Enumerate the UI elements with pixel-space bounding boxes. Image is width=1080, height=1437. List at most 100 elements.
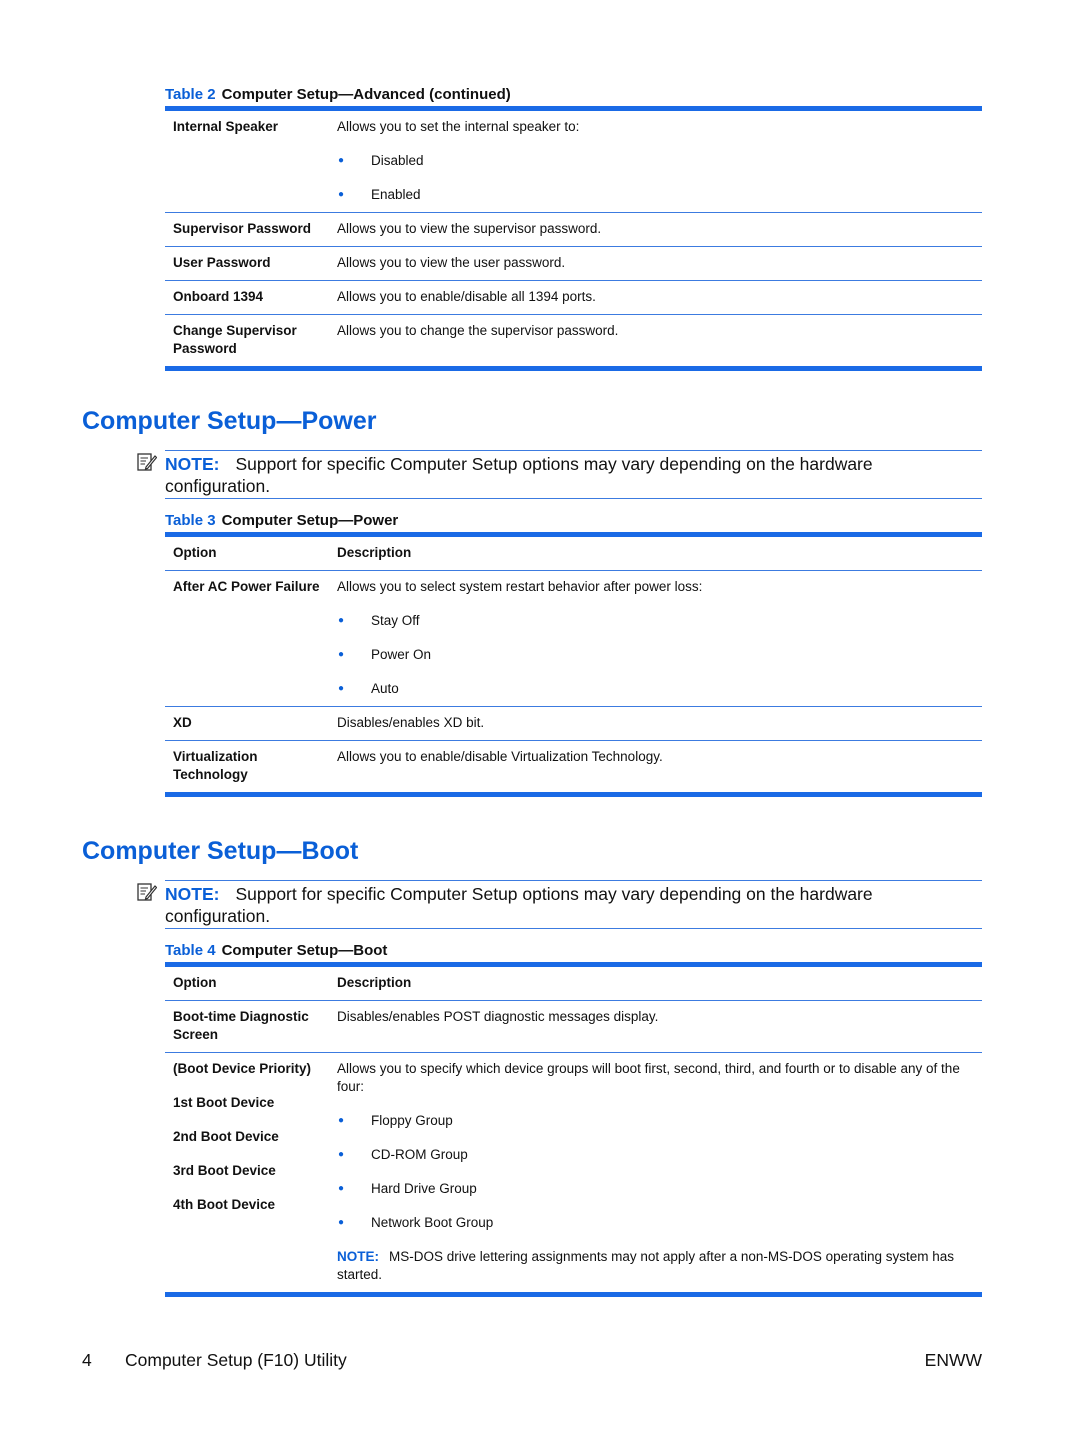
- header-description: Description: [337, 545, 412, 560]
- table4-number: Table 4: [165, 942, 216, 959]
- bullet-icon: ●: [338, 1217, 345, 1228]
- option-line: Change Supervisor: [173, 323, 297, 338]
- table4: Option Description Boot-time Diagnostic …: [165, 962, 982, 1297]
- boot-heading: Computer Setup—Boot: [82, 837, 359, 865]
- bullet-item: ● CD-ROM Group: [337, 1146, 974, 1164]
- bullet-text: Floppy Group: [371, 1113, 453, 1128]
- description-cell: Allows you to set the internal speaker t…: [337, 111, 982, 212]
- description-cell: Allows you to view the supervisor passwo…: [337, 221, 602, 236]
- table-row: Onboard 1394 Allows you to enable/disabl…: [165, 280, 982, 314]
- note-label: NOTE:: [337, 1249, 379, 1264]
- table-header-row: Option Description: [165, 967, 982, 1000]
- table3-number: Table 3: [165, 512, 216, 529]
- note-label: NOTE:: [165, 884, 220, 904]
- bullet-icon: ●: [338, 1115, 345, 1126]
- table-row: Virtualization Technology Allows you to …: [165, 740, 982, 792]
- note-text: Support for specific Computer Setup opti…: [165, 454, 873, 496]
- option-cell: XD: [173, 715, 192, 730]
- description-cell: Allows you to change the supervisor pass…: [337, 323, 619, 338]
- bullet-text: Power On: [371, 647, 432, 662]
- table2-caption: Table 2 Computer Setup—Advanced (continue…: [165, 86, 511, 103]
- table-header-row: Option Description: [165, 537, 982, 570]
- chapter-title: Computer Setup (F10) Utility: [125, 1350, 347, 1370]
- bullet-icon: ●: [338, 155, 345, 166]
- page-number: 4: [82, 1350, 92, 1370]
- option-cell: After AC Power Failure: [173, 579, 320, 594]
- description-text: Allows you to select system restart beha…: [337, 579, 703, 594]
- note-label: NOTE:: [165, 454, 220, 474]
- option-cell: Onboard 1394: [173, 289, 264, 304]
- bullet-icon: ●: [338, 683, 345, 694]
- power-heading: Computer Setup—Power: [82, 407, 377, 435]
- boot-note: NOTE: Support for specific Computer Setup…: [165, 880, 982, 929]
- option-line: 2nd Boot Device: [173, 1129, 279, 1144]
- bullet-icon: ●: [338, 615, 345, 626]
- option-line: Password: [173, 341, 237, 356]
- option-cell: User Password: [173, 255, 271, 270]
- bullet-item: ● Enabled: [337, 186, 974, 204]
- bullet-icon: ●: [338, 1183, 345, 1194]
- description-cell: Allows you to enable/disable Virtualizat…: [337, 749, 663, 764]
- table-row: User Password Allows you to view the use…: [165, 246, 982, 280]
- bullet-text: CD-ROM Group: [371, 1147, 468, 1162]
- option-line: (Boot Device Priority): [173, 1061, 312, 1076]
- description-cell: Disables/enables XD bit.: [337, 715, 485, 730]
- bullet-text: Auto: [371, 681, 399, 696]
- bullet-text: Network Boot Group: [371, 1215, 494, 1230]
- option-line: Boot-time Diagnostic: [173, 1009, 309, 1024]
- note-text: Support for specific Computer Setup opti…: [165, 884, 873, 926]
- description-cell: Allows you to enable/disable all 1394 po…: [337, 289, 596, 304]
- table-row: Internal Speaker Allows you to set the i…: [165, 111, 982, 212]
- option-line: 4th Boot Device: [173, 1197, 276, 1212]
- bullet-item: ● Auto: [337, 680, 974, 698]
- bullet-text: Enabled: [371, 187, 421, 202]
- bullet-item: ● Network Boot Group: [337, 1214, 974, 1232]
- bullet-item: ● Power On: [337, 646, 974, 664]
- bullet-text: Stay Off: [371, 613, 420, 628]
- bullet-icon: ●: [338, 189, 345, 200]
- bullet-icon: ●: [338, 1149, 345, 1160]
- locale-code: ENWW: [924, 1350, 982, 1370]
- table2-number: Table 2: [165, 86, 216, 103]
- description-text: Allows you to specify which device group…: [337, 1061, 960, 1094]
- table-row: After AC Power Failure Allows you to sel…: [165, 570, 982, 706]
- table-row: Change Supervisor Password Allows you to…: [165, 314, 982, 366]
- note-pencil-icon: [137, 453, 157, 471]
- inline-note: NOTE: MS-DOS drive lettering assignments …: [337, 1248, 974, 1284]
- description-cell: Allows you to specify which device group…: [337, 1053, 982, 1292]
- table3-caption: Table 3 Computer Setup—Power: [165, 512, 398, 529]
- power-note: NOTE: Support for specific Computer Setup…: [165, 450, 982, 499]
- note-pencil-icon: [137, 883, 157, 901]
- option-line: Screen: [173, 1027, 219, 1042]
- header-option: Option: [173, 545, 217, 560]
- table4-caption: Table 4 Computer Setup—Boot: [165, 942, 387, 959]
- table-row: (Boot Device Priority) 1st Boot Device 2…: [165, 1052, 982, 1292]
- bullet-item: ● Disabled: [337, 152, 974, 170]
- option-cell: Boot-time Diagnostic Screen: [165, 1001, 337, 1052]
- table3: Option Description After AC Power Failur…: [165, 532, 982, 797]
- bullet-text: Disabled: [371, 153, 424, 168]
- bullet-item: ● Floppy Group: [337, 1112, 974, 1130]
- option-cell: Change Supervisor Password: [165, 315, 337, 366]
- bullet-icon: ●: [338, 649, 345, 660]
- option-line: Technology: [173, 767, 248, 782]
- note-text: MS-DOS drive lettering assignments may n…: [337, 1249, 954, 1282]
- table4-title: Computer Setup—Boot: [221, 942, 388, 959]
- header-description: Description: [337, 975, 412, 990]
- description-cell: Allows you to select system restart beha…: [337, 571, 982, 706]
- table3-title: Computer Setup—Power: [221, 512, 399, 529]
- option-line: 3rd Boot Device: [173, 1163, 276, 1178]
- option-cell: Virtualization Technology: [165, 741, 337, 792]
- description-cell: Disables/enables POST diagnostic message…: [337, 1009, 659, 1024]
- table2-title: Computer Setup—Advanced (continued): [221, 86, 511, 103]
- description-cell: Allows you to view the user password.: [337, 255, 566, 270]
- table-row: Supervisor Password Allows you to view t…: [165, 212, 982, 246]
- description-text: Allows you to set the internal speaker t…: [337, 119, 580, 134]
- option-cell: (Boot Device Priority) 1st Boot Device 2…: [165, 1053, 337, 1292]
- bullet-item: ● Stay Off: [337, 612, 974, 630]
- table-row: Boot-time Diagnostic Screen Disables/ena…: [165, 1000, 982, 1052]
- bullet-item: ● Hard Drive Group: [337, 1180, 974, 1198]
- table-row: XD Disables/enables XD bit.: [165, 706, 982, 740]
- bullet-text: Hard Drive Group: [371, 1181, 477, 1196]
- table2: Internal Speaker Allows you to set the i…: [165, 106, 982, 371]
